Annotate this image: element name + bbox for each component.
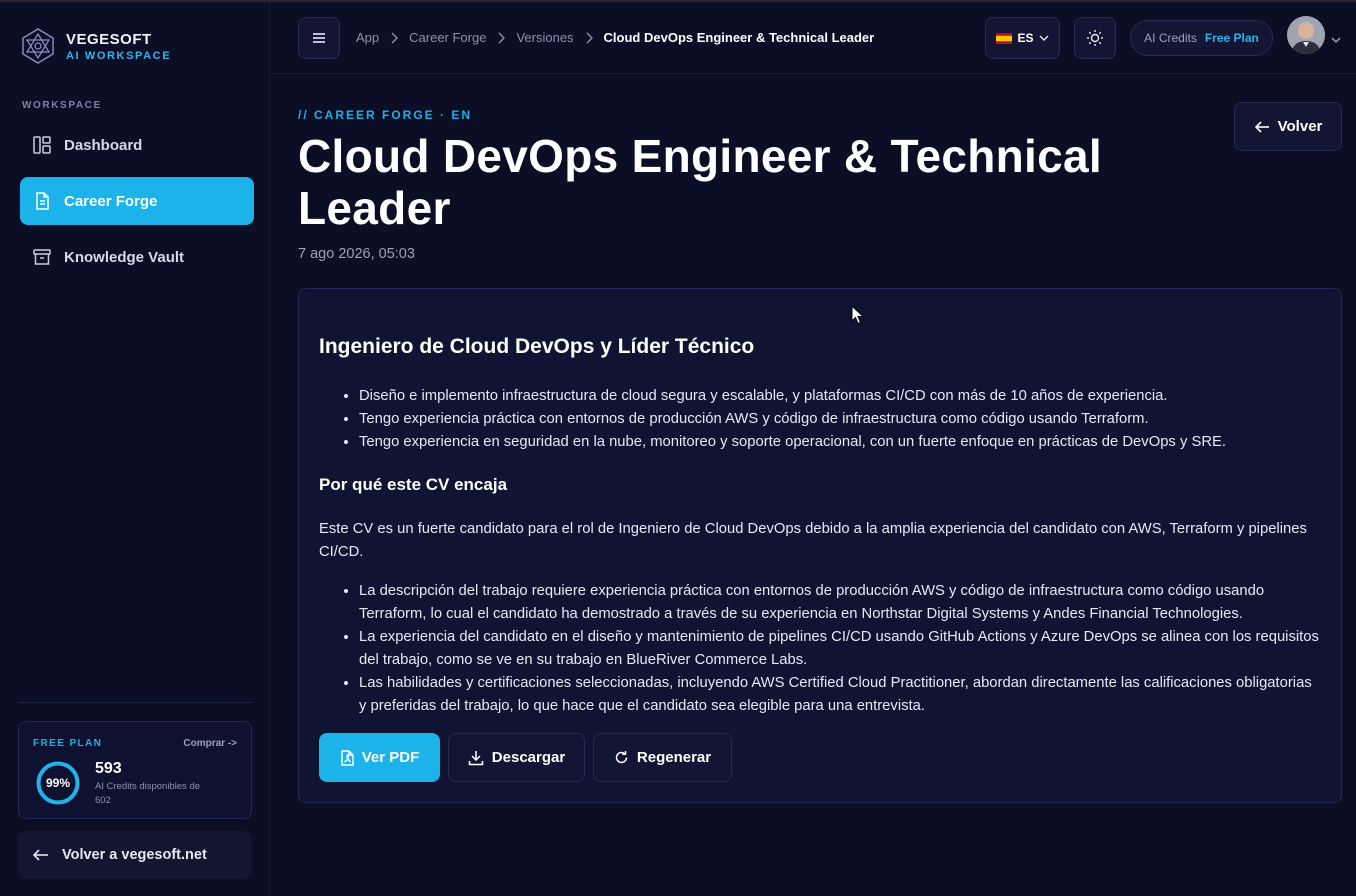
document-icon [32, 191, 52, 211]
list-item: Diseño e implemento infraestructura de c… [359, 385, 1319, 408]
arrow-left-icon [32, 846, 50, 864]
credits-description: AI Credits disponibles de 602 [95, 781, 201, 806]
sidebar-item-label: Career Forge [64, 192, 158, 210]
view-pdf-button[interactable]: Ver PDF [319, 733, 440, 782]
plan-label: FREE PLAN [33, 738, 103, 749]
spain-flag-icon [996, 32, 1013, 44]
brand-logo[interactable]: VEGESOFT AI WORKSPACE [18, 26, 171, 66]
breadcrumb-versiones[interactable]: Versiones [516, 30, 573, 45]
sidebar-divider [18, 702, 252, 703]
download-label: Descargar [491, 749, 566, 766]
language-code: ES [1017, 31, 1034, 45]
list-item: La experiencia del candidato en el diseñ… [359, 626, 1321, 672]
chevron-right-icon [497, 32, 506, 44]
summary-list: Diseño e implemento infraestructura de c… [359, 385, 1319, 454]
back-button[interactable]: Volver [1234, 102, 1342, 151]
sidebar: VEGESOFT AI WORKSPACE WORKSPACE Dashboar… [0, 2, 270, 896]
chevron-down-icon [1039, 35, 1049, 41]
back-to-site-label: Volver a vegesoft.net [62, 847, 207, 863]
dashboard-icon [32, 135, 52, 155]
chevron-right-icon [390, 32, 399, 44]
ai-credits-label: AI Credits [1144, 31, 1197, 45]
page-title: Cloud DevOps Engineer & Technical Leader [298, 130, 1102, 234]
view-pdf-label: Ver PDF [361, 749, 420, 766]
list-item: Las habilidades y certificaciones selecc… [359, 672, 1321, 718]
back-to-site-link[interactable]: Volver a vegesoft.net [18, 831, 252, 879]
arrow-left-icon [1254, 120, 1270, 134]
vegesoft-logo-icon [22, 28, 54, 64]
language-selector[interactable]: ES [985, 17, 1060, 59]
brand-name: VEGESOFT [66, 30, 152, 48]
back-button-label: Volver [1277, 118, 1323, 135]
breadcrumb-career-forge[interactable]: Career Forge [409, 30, 486, 45]
refresh-icon [614, 750, 629, 765]
workspace-section-label: WORKSPACE [22, 100, 102, 111]
fit-heading: Por qué este CV encaja [319, 475, 508, 494]
version-date: 7 ago 2026, 05:03 [298, 246, 415, 262]
hamburger-icon [312, 32, 326, 44]
sidebar-item-label: Knowledge Vault [64, 248, 185, 266]
sidebar-item-label: Dashboard [64, 136, 143, 154]
download-button[interactable]: Descargar [448, 733, 585, 782]
list-item: Tengo experiencia práctica con entornos … [359, 408, 1319, 431]
credits-count: 593 [95, 760, 122, 777]
list-item: La descripción del trabajo requiere expe… [359, 580, 1321, 626]
plan-card: FREE PLAN Comprar -> 99% 593 AI Credits … [18, 721, 252, 819]
archive-icon [32, 247, 52, 267]
plan-badge: Free Plan [1204, 31, 1259, 45]
buy-credits-link[interactable]: Comprar -> [183, 738, 237, 749]
page-eyebrow: // CAREER FORGE · EN [298, 108, 473, 122]
pdf-file-icon [340, 749, 354, 766]
brand-subtitle: AI WORKSPACE [66, 49, 172, 62]
cv-heading: Ingeniero de Cloud DevOps y Líder Técnic… [319, 335, 755, 358]
fit-paragraph: Este CV es un fuerte candidato para el r… [319, 521, 1307, 560]
topbar: App Career Forge Versiones Cloud DevOps … [270, 2, 1356, 74]
regenerate-button[interactable]: Regenerar [593, 733, 732, 782]
sidebar-item-dashboard[interactable]: Dashboard [20, 121, 254, 169]
download-icon [468, 750, 484, 766]
list-item: Tengo experiencia en seguridad en la nub… [359, 431, 1319, 454]
mouse-pointer-icon [851, 305, 865, 325]
avatar[interactable] [1287, 16, 1325, 54]
theme-toggle-button[interactable] [1074, 17, 1116, 59]
chevron-down-icon[interactable] [1331, 30, 1341, 48]
sidebar-item-career-forge[interactable]: Career Forge [20, 177, 254, 225]
sidebar-item-knowledge-vault[interactable]: Knowledge Vault [20, 233, 254, 281]
sun-icon [1086, 29, 1104, 47]
breadcrumb-current: Cloud DevOps Engineer & Technical Leader [603, 30, 875, 45]
cv-version-card: Ingeniero de Cloud DevOps y Líder Técnic… [298, 288, 1342, 803]
chevron-right-icon [585, 32, 593, 44]
fit-points-list: La descripción del trabajo requiere expe… [359, 580, 1321, 718]
regenerate-label: Regenerar [636, 749, 712, 766]
breadcrumb-app[interactable]: App [356, 30, 379, 45]
credits-percent: 99% [45, 776, 71, 790]
menu-toggle-button[interactable] [298, 17, 340, 59]
ai-credits-pill[interactable]: AI Credits Free Plan [1130, 20, 1273, 56]
breadcrumb: App Career Forge Versiones Cloud DevOps … [356, 30, 874, 45]
user-avatar-image [1287, 16, 1325, 54]
